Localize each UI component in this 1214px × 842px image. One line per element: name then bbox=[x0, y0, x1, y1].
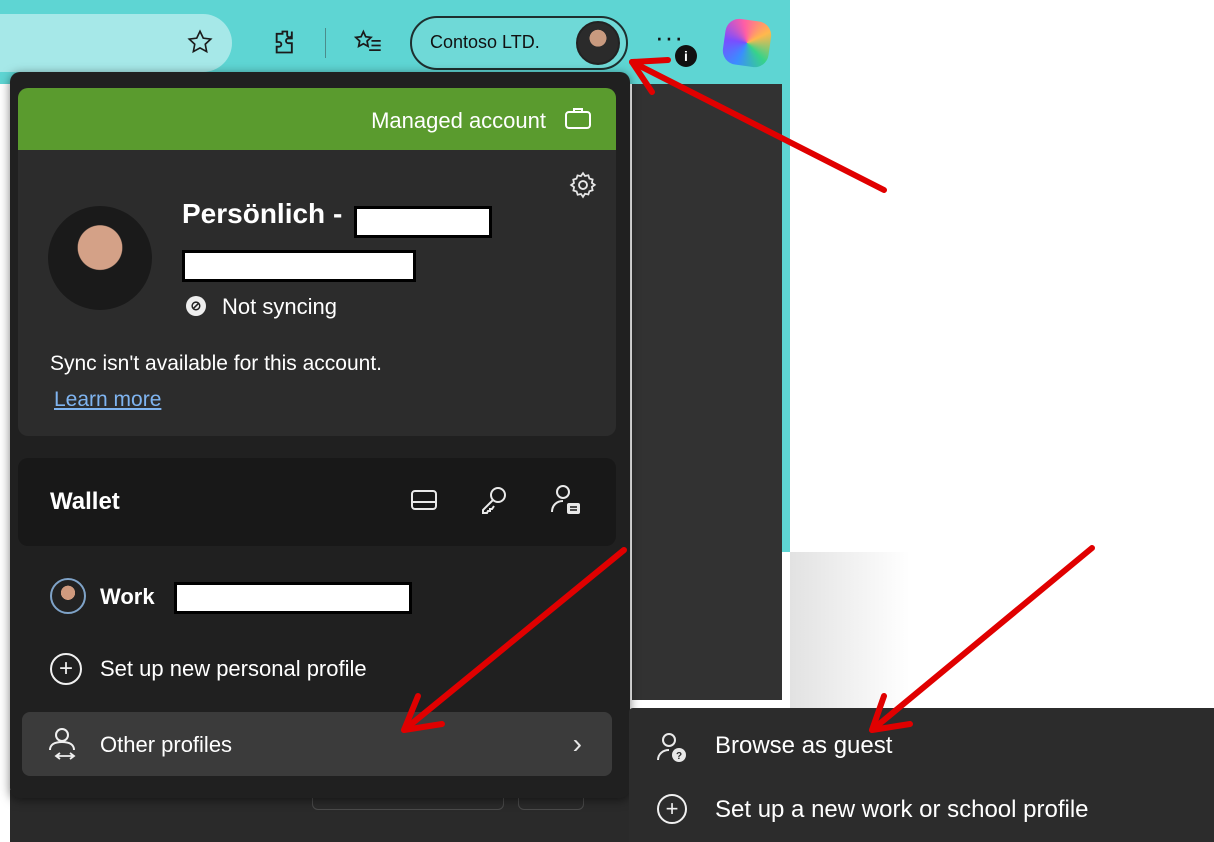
redacted-work-account bbox=[174, 582, 412, 614]
managed-account-banner: Managed account bbox=[18, 88, 616, 150]
new-personal-profile-item[interactable]: + Set up new personal profile bbox=[18, 638, 616, 700]
personal-info-icon[interactable] bbox=[548, 482, 584, 518]
toolbar-divider bbox=[325, 28, 326, 58]
profile-button[interactable]: Contoso LTD. bbox=[410, 16, 628, 70]
managed-account-label: Managed account bbox=[371, 108, 546, 133]
guest-person-icon: ? bbox=[657, 733, 686, 762]
plus-circle-icon: + bbox=[657, 794, 687, 824]
browse-as-guest-label: Browse as guest bbox=[715, 732, 893, 759]
sync-status: Not syncing bbox=[222, 294, 337, 319]
info-badge-icon: i bbox=[675, 45, 697, 67]
profile-name: Persönlich - bbox=[182, 198, 343, 229]
profile-flyout: Managed account Persönlich - ⊘ Not synci… bbox=[10, 72, 630, 798]
copilot-icon[interactable] bbox=[721, 17, 773, 69]
work-avatar bbox=[50, 578, 86, 614]
profile-button-label: Contoso LTD. bbox=[430, 32, 540, 52]
shadow-region bbox=[790, 552, 910, 712]
favorites-list-icon[interactable] bbox=[350, 24, 386, 60]
learn-more-link[interactable]: Learn more bbox=[54, 388, 161, 412]
password-key-icon[interactable] bbox=[476, 482, 512, 518]
work-profile-label: Work bbox=[100, 584, 155, 609]
redacted-name bbox=[354, 206, 492, 238]
new-work-school-profile-item[interactable]: + Set up a new work or school profile bbox=[629, 774, 1214, 842]
new-personal-profile-label: Set up new personal profile bbox=[100, 656, 367, 681]
payment-card-icon[interactable] bbox=[406, 482, 442, 518]
window-edge bbox=[782, 0, 790, 552]
other-profiles-submenu: ? Browse as guest + Set up a new work or… bbox=[629, 708, 1214, 842]
plus-circle-icon: + bbox=[50, 653, 82, 685]
profile-item-work[interactable]: Work bbox=[18, 568, 616, 630]
redacted-email bbox=[182, 250, 416, 282]
other-profiles-item[interactable]: Other profiles › bbox=[22, 712, 612, 776]
account-card: Managed account Persönlich - ⊘ Not synci… bbox=[18, 88, 616, 436]
favorite-star-icon[interactable] bbox=[182, 24, 218, 60]
sync-off-icon: ⊘ bbox=[186, 296, 206, 316]
new-work-school-profile-label: Set up a new work or school profile bbox=[715, 796, 1089, 823]
other-profiles-label: Other profiles bbox=[100, 732, 233, 757]
browser-content-area bbox=[632, 84, 782, 700]
wallet-title: Wallet bbox=[50, 488, 120, 515]
chevron-right-icon: › bbox=[572, 728, 582, 759]
browse-as-guest-item[interactable]: ? Browse as guest bbox=[629, 708, 1214, 774]
svg-text:?: ? bbox=[676, 751, 682, 762]
briefcase-icon bbox=[565, 108, 591, 129]
sync-info-text: Sync isn't available for this account. bbox=[50, 352, 383, 375]
profile-avatar bbox=[48, 206, 152, 310]
extensions-puzzle-icon[interactable] bbox=[268, 24, 304, 60]
switch-profile-icon bbox=[49, 728, 76, 760]
profile-avatar-small bbox=[576, 21, 620, 65]
wallet-section[interactable]: Wallet bbox=[18, 458, 616, 546]
settings-gear-icon[interactable] bbox=[568, 170, 598, 200]
